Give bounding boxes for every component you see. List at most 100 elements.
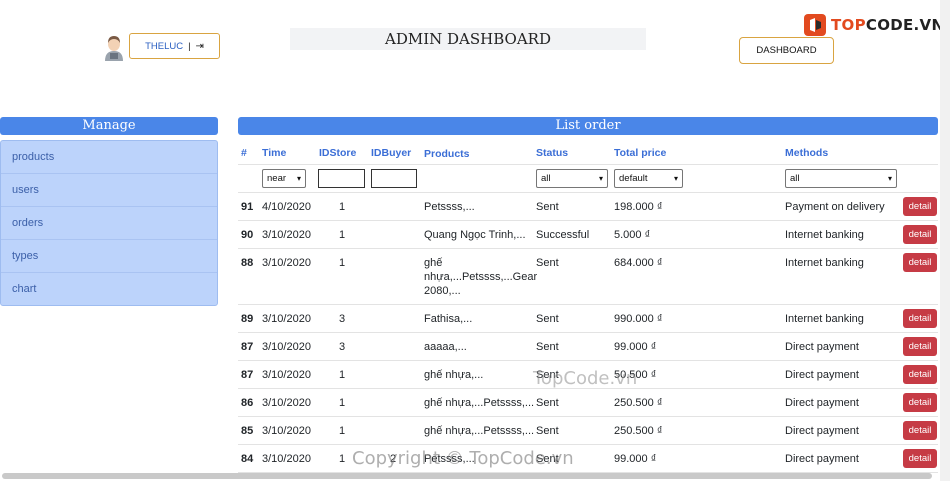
order-products: ghế nhựa,...Petssss,... xyxy=(424,425,535,437)
table-row: 88 3/10/2020 1 ghế nhựa,...Petssss,...Ge… xyxy=(238,249,938,305)
order-products: ghế nhựa,...Petssss,...Gear 2080,... xyxy=(424,257,538,297)
order-number: 87 xyxy=(241,369,254,381)
order-time: 3/10/2020 xyxy=(262,369,311,381)
order-store: 3 xyxy=(339,313,346,325)
sidebar-menu: products users orders types chart xyxy=(0,140,218,306)
methods-filter-select[interactable]: all ▾ xyxy=(785,169,897,188)
brand-logo: TOPCODE.VN xyxy=(803,12,944,38)
order-store: 1 xyxy=(339,397,346,409)
order-status: Successful xyxy=(536,229,590,241)
order-total: 990.000 ₫ xyxy=(614,313,663,325)
order-total: 198.000 ₫ xyxy=(614,201,663,213)
watermark-center: TopCode.vn xyxy=(533,368,638,389)
detail-button[interactable]: detail xyxy=(903,337,937,356)
column-header-status[interactable]: Status xyxy=(536,147,568,159)
table-row: 91 4/10/2020 1 Petssss,... Sent 198.000 … xyxy=(238,193,938,221)
orders-title: List order xyxy=(238,117,938,135)
order-method: Direct payment xyxy=(785,453,859,465)
order-time: 3/10/2020 xyxy=(262,341,311,353)
user-account-button[interactable]: THELUC | ⇥ xyxy=(129,33,220,59)
avatar-icon xyxy=(103,35,125,61)
table-row: 84 3/10/2020 1 2 Petssss,... Sent 99.000… xyxy=(238,445,938,473)
order-store: 1 xyxy=(339,425,346,437)
detail-button[interactable]: detail xyxy=(903,449,937,468)
horizontal-scrollbar[interactable] xyxy=(2,473,932,479)
order-method: Internet banking xyxy=(785,257,864,269)
order-store: 1 xyxy=(339,201,346,213)
order-store: 1 xyxy=(339,257,346,269)
order-number: 87 xyxy=(241,341,254,353)
table-row: 86 3/10/2020 1 ghế nhựa,...Petssss,... S… xyxy=(238,389,938,417)
order-store: 1 xyxy=(339,369,346,381)
total-filter-select[interactable]: default ▾ xyxy=(614,169,683,188)
detail-button[interactable]: detail xyxy=(903,309,937,328)
column-header-number: # xyxy=(241,147,247,159)
order-total: 99.000 ₫ xyxy=(614,453,657,465)
order-time: 3/10/2020 xyxy=(262,453,311,465)
dashboard-button[interactable]: DASHBOARD xyxy=(739,37,834,64)
order-products: Quang Ngọc Trinh,... xyxy=(424,229,526,241)
order-total: 250.500 ₫ xyxy=(614,397,663,409)
sidebar-item-types[interactable]: types xyxy=(1,240,217,273)
order-products: Petssss,... xyxy=(424,201,475,213)
logo-text-prefix: TOP xyxy=(831,16,866,34)
detail-button[interactable]: detail xyxy=(903,393,937,412)
detail-button[interactable]: detail xyxy=(903,225,937,244)
order-time: 3/10/2020 xyxy=(262,313,311,325)
sidebar-item-orders[interactable]: orders xyxy=(1,207,217,240)
order-status: Sent xyxy=(536,313,559,325)
order-time: 3/10/2020 xyxy=(262,257,311,269)
table-row: 87 3/10/2020 3 aaaaa,... Sent 99.000 ₫ D… xyxy=(238,333,938,361)
order-total: 99.000 ₫ xyxy=(614,341,657,353)
status-filter-select[interactable]: all ▾ xyxy=(536,169,608,188)
order-status: Sent xyxy=(536,425,559,437)
orders-table: # Time IDStore IDBuyer Products Status T… xyxy=(238,143,938,473)
sidebar-item-chart[interactable]: chart xyxy=(1,273,217,305)
order-number: 86 xyxy=(241,397,254,409)
chevron-down-icon: ▾ xyxy=(673,174,678,183)
filter-row: near ▾ all ▾ default ▾ all ▾ xyxy=(238,165,938,193)
order-store: 1 xyxy=(339,229,346,241)
order-method: Direct payment xyxy=(785,425,859,437)
store-filter-input[interactable] xyxy=(318,169,365,188)
detail-button[interactable]: detail xyxy=(903,421,937,440)
column-header-buyer[interactable]: IDBuyer xyxy=(371,147,411,159)
username-label: THELUC xyxy=(145,40,184,52)
order-products: ghế nhựa,...Petssss,... xyxy=(424,397,535,409)
order-time: 3/10/2020 xyxy=(262,397,311,409)
order-time: 3/10/2020 xyxy=(262,229,311,241)
order-products: ghế nhựa,... xyxy=(424,369,484,381)
buyer-filter-input[interactable] xyxy=(371,169,417,188)
order-status: Sent xyxy=(536,201,559,213)
column-header-time[interactable]: Time xyxy=(262,147,286,159)
column-header-products: Products xyxy=(424,148,470,160)
column-header-total[interactable]: Total price xyxy=(614,147,666,159)
detail-button[interactable]: detail xyxy=(903,365,937,384)
time-filter-select[interactable]: near ▾ xyxy=(262,169,306,188)
column-header-methods[interactable]: Methods xyxy=(785,147,828,159)
vertical-scrollbar[interactable] xyxy=(940,0,950,481)
order-store: 3 xyxy=(339,341,346,353)
order-products: Fathisa,... xyxy=(424,313,473,325)
logo-icon xyxy=(804,14,826,36)
sidebar-title: Manage xyxy=(0,117,218,135)
column-header-store[interactable]: IDStore xyxy=(319,147,365,159)
separator: | xyxy=(188,40,191,52)
order-number: 90 xyxy=(241,229,254,241)
order-status: Sent xyxy=(536,397,559,409)
detail-button[interactable]: detail xyxy=(903,253,937,272)
table-row: 90 3/10/2020 1 Quang Ngọc Trinh,... Succ… xyxy=(238,221,938,249)
detail-button[interactable]: detail xyxy=(903,197,937,216)
sidebar-item-products[interactable]: products xyxy=(1,141,217,174)
page-title: ADMIN DASHBOARD xyxy=(290,28,646,50)
sidebar-item-users[interactable]: users xyxy=(1,174,217,207)
order-total: 684.000 ₫ xyxy=(614,257,663,269)
order-method: Internet banking xyxy=(785,313,864,325)
order-total: 5.000 ₫ xyxy=(614,229,651,241)
order-total: 250.500 ₫ xyxy=(614,425,663,437)
order-status: Sent xyxy=(536,341,559,353)
logout-icon[interactable]: ⇥ xyxy=(196,41,204,52)
order-method: Direct payment xyxy=(785,341,859,353)
table-header-row: # Time IDStore IDBuyer Products Status T… xyxy=(238,143,938,165)
order-number: 88 xyxy=(241,257,254,269)
